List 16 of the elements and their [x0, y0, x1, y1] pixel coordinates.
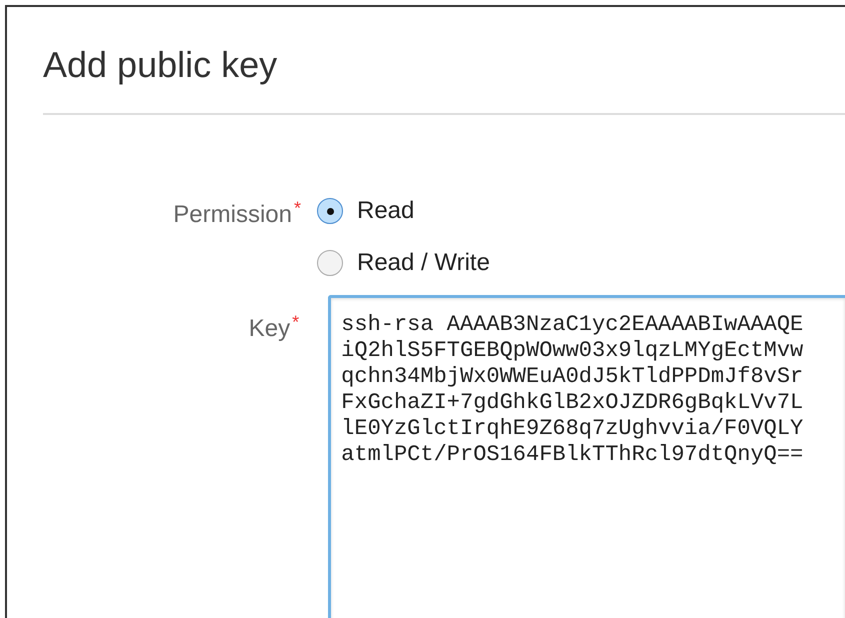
key-text-line: iQ2hlS5FTGEBQpWOww03x9lqzLMYgEctMvw	[341, 338, 804, 364]
key-text-line: FxGchaZI+7gdGhkGlB2xOJZDR6gBqkLVv7L	[341, 390, 804, 416]
key-textarea[interactable]	[328, 295, 845, 618]
radio-label[interactable]: Read / Write	[357, 245, 490, 281]
dialog-title: Add public key	[43, 43, 278, 87]
required-asterisk: *	[292, 311, 300, 334]
permission-label: Permission	[173, 200, 292, 230]
key-label: Key	[248, 314, 290, 344]
key-text-line: lE0YzGlctIrqhE9Z68q7zUghvvia/F0VQLY	[341, 416, 804, 442]
radio-label[interactable]: Read	[357, 193, 414, 229]
key-text-line: atmlPCt/PrOS164FBlkTThRcl97dtQnyQ==	[341, 442, 804, 468]
radio-button[interactable]	[317, 250, 343, 276]
required-asterisk: *	[294, 197, 301, 220]
radio-button[interactable]	[317, 198, 343, 224]
key-text-line: ssh-rsa AAAAB3NzaC1yc2EAAAABIwAAAQE	[341, 312, 804, 338]
key-text-line: qchn34MbjWx0WWEuA0dJ5kTldPPDmJf8vSr	[341, 364, 804, 390]
